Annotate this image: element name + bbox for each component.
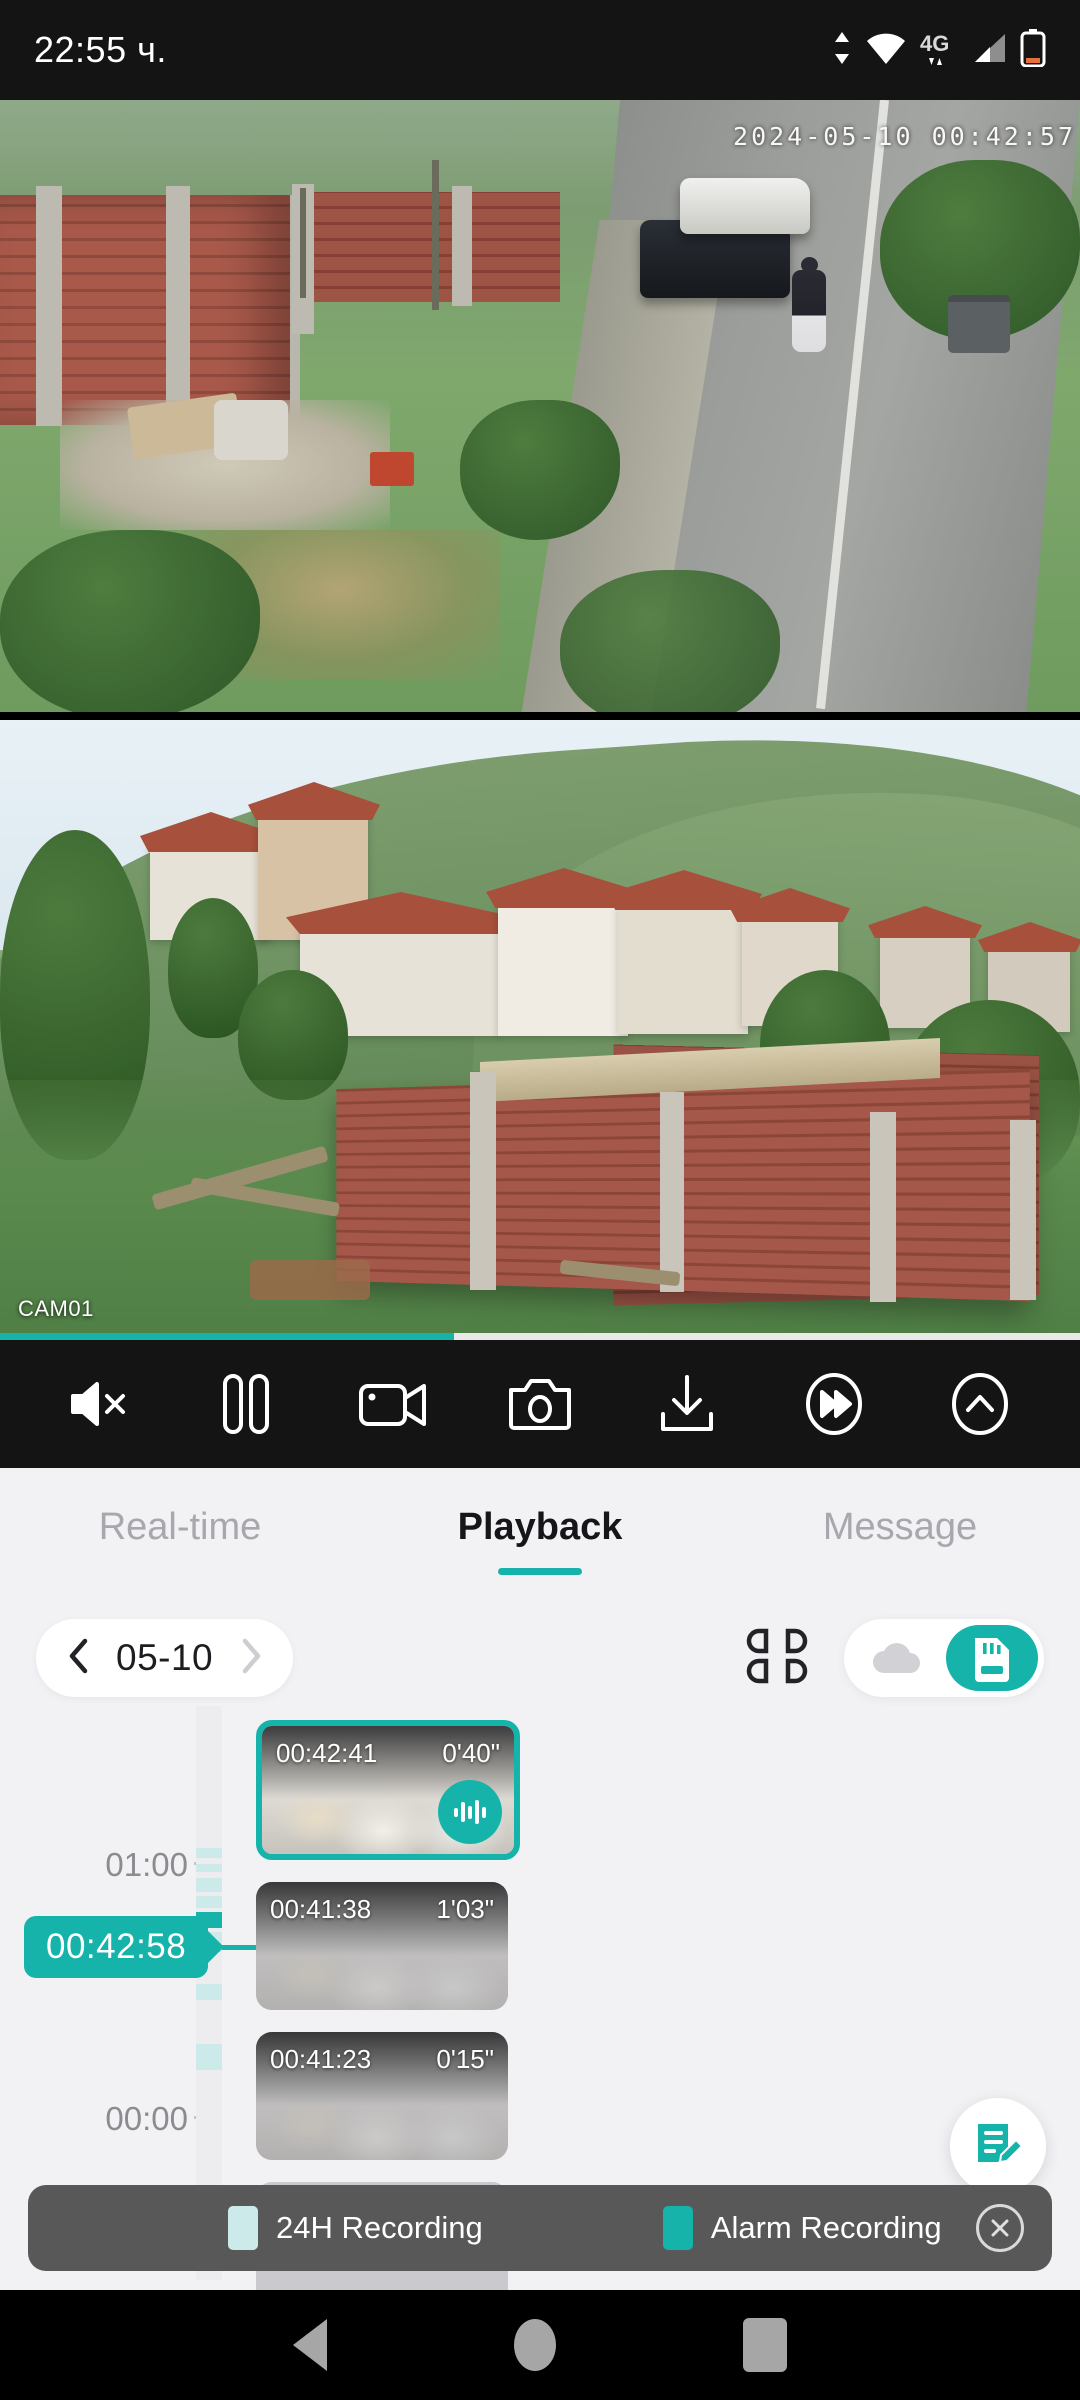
timeline-segment-24h — [196, 1984, 222, 2000]
collapse-button[interactable] — [938, 1362, 1022, 1446]
legend-swatch-alarm — [662, 2206, 693, 2250]
data-transfer-icon — [832, 30, 852, 71]
timeline-segment-24h — [196, 2044, 222, 2070]
selected-date: 05-10 — [116, 1637, 214, 1678]
grid-view-button[interactable] — [746, 1625, 808, 1692]
svg-text:4G: 4G — [920, 31, 949, 56]
clip-start-time: 00:41:23 — [270, 2044, 372, 2074]
clip-duration: 1'03" — [436, 1894, 494, 1924]
tab-real-time[interactable]: Real-time — [0, 1506, 360, 1549]
clip-start-time: 00:41:38 — [270, 1894, 372, 1924]
timeline-segment-24h — [196, 1864, 222, 1872]
storage-source-switch — [844, 1619, 1044, 1697]
video-timestamp-overlay: 2024-05-10 00:42:57 — [733, 122, 1076, 151]
video-progress-bar[interactable] — [0, 1333, 1080, 1340]
video-pane-bottom[interactable]: CAM01 — [0, 720, 1080, 1340]
audio-waveform-icon[interactable] — [438, 1780, 502, 1844]
timeline-segment-24h — [196, 1878, 222, 1892]
close-icon[interactable] — [976, 2204, 1024, 2252]
clip-start-time: 00:42:41 — [276, 1738, 378, 1768]
timeline-label-01: 01:00 — [105, 1846, 188, 1883]
android-nav-bar — [0, 2290, 1080, 2400]
record-video-button[interactable] — [351, 1362, 435, 1446]
person-in-scene — [792, 257, 826, 352]
recents-icon[interactable] — [742, 2318, 787, 2372]
app-screen: 22:55 ч. 4G 2024-05-10 00:42:57 CAM01 Re… — [0, 0, 1080, 2400]
signal-bars-icon — [973, 32, 1007, 69]
playback-toolbar: 05-10 — [0, 1610, 1080, 1706]
legend-swatch-24h — [228, 2206, 258, 2250]
clip-duration: 0'15" — [436, 2044, 494, 2074]
video-pane-top[interactable]: 2024-05-10 00:42:57 — [0, 100, 1080, 712]
battery-low-icon — [1020, 28, 1046, 72]
timeline-label-00: 00:00 — [105, 2100, 188, 2137]
clip-duration: 0'40" — [442, 1738, 500, 1768]
clip-card[interactable]: 00:41:38 1'03" — [256, 1882, 508, 2010]
legend-item-24h: 24H Recording — [228, 2206, 483, 2250]
clip-card[interactable]: 00:41:23 0'15" — [256, 2032, 508, 2160]
date-selector[interactable]: 05-10 — [36, 1619, 294, 1697]
timeline-segment-24h — [196, 1896, 222, 1908]
download-button[interactable] — [645, 1362, 729, 1446]
status-icon-group: 4G — [832, 28, 1046, 72]
camera-scene-village: CAM01 — [0, 720, 1080, 1340]
pause-button[interactable] — [204, 1362, 288, 1446]
tab-playback[interactable]: Playback — [360, 1506, 720, 1549]
mobile-network-4g-icon: 4G — [920, 29, 960, 72]
camera-label: CAM01 — [18, 1296, 94, 1321]
chevron-left-icon[interactable] — [66, 1637, 90, 1680]
status-bar: 22:55 ч. 4G — [0, 0, 1080, 100]
status-clock: 22:55 ч. — [34, 29, 167, 70]
wifi-icon — [865, 30, 907, 71]
camera-scene-street: 2024-05-10 00:42:57 — [0, 100, 1080, 712]
video-stack: 2024-05-10 00:42:57 CAM01 — [0, 100, 1080, 1340]
snapshot-button[interactable] — [498, 1362, 582, 1446]
fast-forward-button[interactable] — [792, 1362, 876, 1446]
main-tab-bar: Real-time Playback Message — [0, 1468, 1080, 1586]
timeline-segment-24h — [196, 1848, 222, 1858]
legend-label-alarm: Alarm Recording — [710, 2210, 942, 2245]
mute-button[interactable] — [57, 1362, 141, 1446]
timeline-legend: 24H Recording Alarm Recording — [28, 2185, 1052, 2271]
note-edit-icon — [972, 2118, 1024, 2175]
back-icon[interactable] — [293, 2319, 328, 2371]
legend-item-alarm: Alarm Recording — [662, 2206, 942, 2250]
clip-card-selected[interactable]: 00:42:41 0'40" — [256, 1720, 520, 1860]
player-control-bar — [0, 1340, 1080, 1468]
feedback-button[interactable] — [950, 2098, 1046, 2194]
legend-label-24h: 24H Recording — [276, 2210, 483, 2245]
tab-message[interactable]: Message — [720, 1506, 1080, 1549]
home-icon[interactable] — [513, 2319, 556, 2371]
cloud-storage-option[interactable] — [850, 1625, 942, 1691]
sd-card-storage-option[interactable] — [946, 1625, 1038, 1691]
chevron-right-icon[interactable] — [239, 1637, 263, 1680]
current-time-indicator: 00:42:58 — [24, 1916, 209, 1978]
